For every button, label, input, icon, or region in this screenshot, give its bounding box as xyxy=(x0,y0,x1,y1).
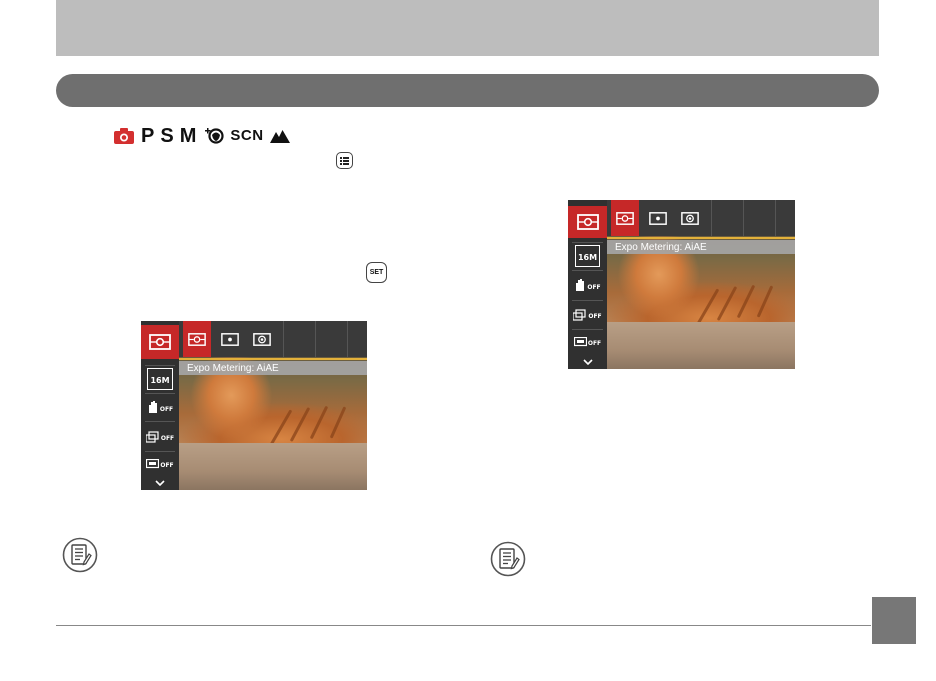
set-button-icon: SET xyxy=(366,262,387,283)
continuous-off-icon: OFF xyxy=(145,431,175,443)
option-aiae[interactable] xyxy=(611,200,639,236)
mode-p-label: P xyxy=(141,125,155,147)
aiae-icon xyxy=(616,211,634,225)
side-item-stabilizer[interactable]: OFF xyxy=(141,394,179,420)
side-scroll-down[interactable] xyxy=(141,476,179,490)
menu-button-icon xyxy=(336,152,353,169)
selection-accent-line xyxy=(607,237,795,239)
hdr-off-label: OFF xyxy=(160,461,174,469)
option-spot[interactable] xyxy=(643,200,673,236)
continuous-off-label: OFF xyxy=(160,435,175,442)
side-item-stabilizer[interactable]: OFF xyxy=(568,271,607,299)
chevron-down-icon xyxy=(155,480,165,486)
metering-caption-text: Expo Metering: AiAE xyxy=(615,241,707,253)
hdr-off-icon: OFF xyxy=(573,336,602,348)
stabilizer-off-icon: OFF xyxy=(147,400,173,414)
camera-auto-icon xyxy=(114,128,134,144)
hdr-off-label: OFF xyxy=(587,339,602,347)
side-menu: 16M OFF OFF OFF xyxy=(568,200,607,369)
camera-screen-right: 16M OFF OFF OFF Expo Metering: AiAE xyxy=(568,200,795,369)
selection-accent-line xyxy=(179,358,367,360)
side-item-metering[interactable] xyxy=(141,325,179,359)
side-scroll-down[interactable] xyxy=(568,355,607,369)
memo-note-icon xyxy=(490,541,526,577)
metering-caption: Expo Metering: AiAE xyxy=(607,240,795,254)
metering-caption: Expo Metering: AiAE xyxy=(179,361,367,375)
chevron-down-icon xyxy=(582,359,593,365)
option-center-weighted[interactable] xyxy=(247,321,277,357)
mode-m-label: M xyxy=(179,125,197,147)
metering-icon xyxy=(576,214,599,230)
landscape-icon xyxy=(269,130,290,143)
side-item-resolution[interactable]: 16M xyxy=(568,244,607,268)
camera-screen-left: 16M OFF OFF OFF Expo Metering: AiAE xyxy=(141,321,367,490)
center-weighted-icon xyxy=(253,332,271,346)
continuous-off-label: OFF xyxy=(588,313,602,320)
spot-icon xyxy=(649,211,667,225)
mode-s-label: S xyxy=(160,125,174,147)
continuous-off-icon: OFF xyxy=(573,309,602,321)
option-spot[interactable] xyxy=(215,321,245,357)
metering-option-row xyxy=(607,200,795,236)
center-weighted-icon xyxy=(681,211,699,225)
stabilizer-off-label: OFF xyxy=(159,406,174,413)
side-item-metering[interactable] xyxy=(568,206,607,238)
side-item-continuous[interactable]: OFF xyxy=(568,302,607,328)
option-aiae[interactable] xyxy=(183,321,211,357)
aiae-icon xyxy=(188,332,206,346)
mode-scn-label: SCN xyxy=(230,127,264,144)
side-item-hdr[interactable]: OFF xyxy=(568,330,607,354)
side-item-resolution[interactable]: 16M xyxy=(141,367,179,391)
spot-icon xyxy=(221,332,239,346)
hdr-off-icon: OFF xyxy=(146,458,174,470)
footer-rule xyxy=(56,625,871,626)
option-center-weighted[interactable] xyxy=(675,200,705,236)
resolution-label: 16M xyxy=(150,376,170,385)
metering-option-row xyxy=(179,321,367,357)
stabilizer-off-label: OFF xyxy=(587,284,601,291)
section-title-bar xyxy=(56,74,879,107)
stabilizer-off-icon: OFF xyxy=(574,278,601,292)
resolution-16m-icon: 16M xyxy=(574,245,601,267)
memo-note-icon xyxy=(62,537,98,573)
shooting-mode-strip: P S M SCN xyxy=(113,124,290,148)
side-menu: 16M OFF OFF OFF xyxy=(141,321,179,490)
set-button-label: SET xyxy=(369,269,384,276)
side-item-hdr[interactable]: OFF xyxy=(141,452,179,476)
side-item-continuous[interactable]: OFF xyxy=(141,424,179,450)
resolution-label: 16M xyxy=(577,253,598,262)
metering-icon xyxy=(149,334,171,350)
header-band xyxy=(56,0,879,56)
portrait-enhance-icon xyxy=(205,128,224,144)
page-number-badge xyxy=(872,597,916,644)
metering-caption-text: Expo Metering: AiAE xyxy=(187,362,279,374)
resolution-16m-icon: 16M xyxy=(147,368,173,390)
